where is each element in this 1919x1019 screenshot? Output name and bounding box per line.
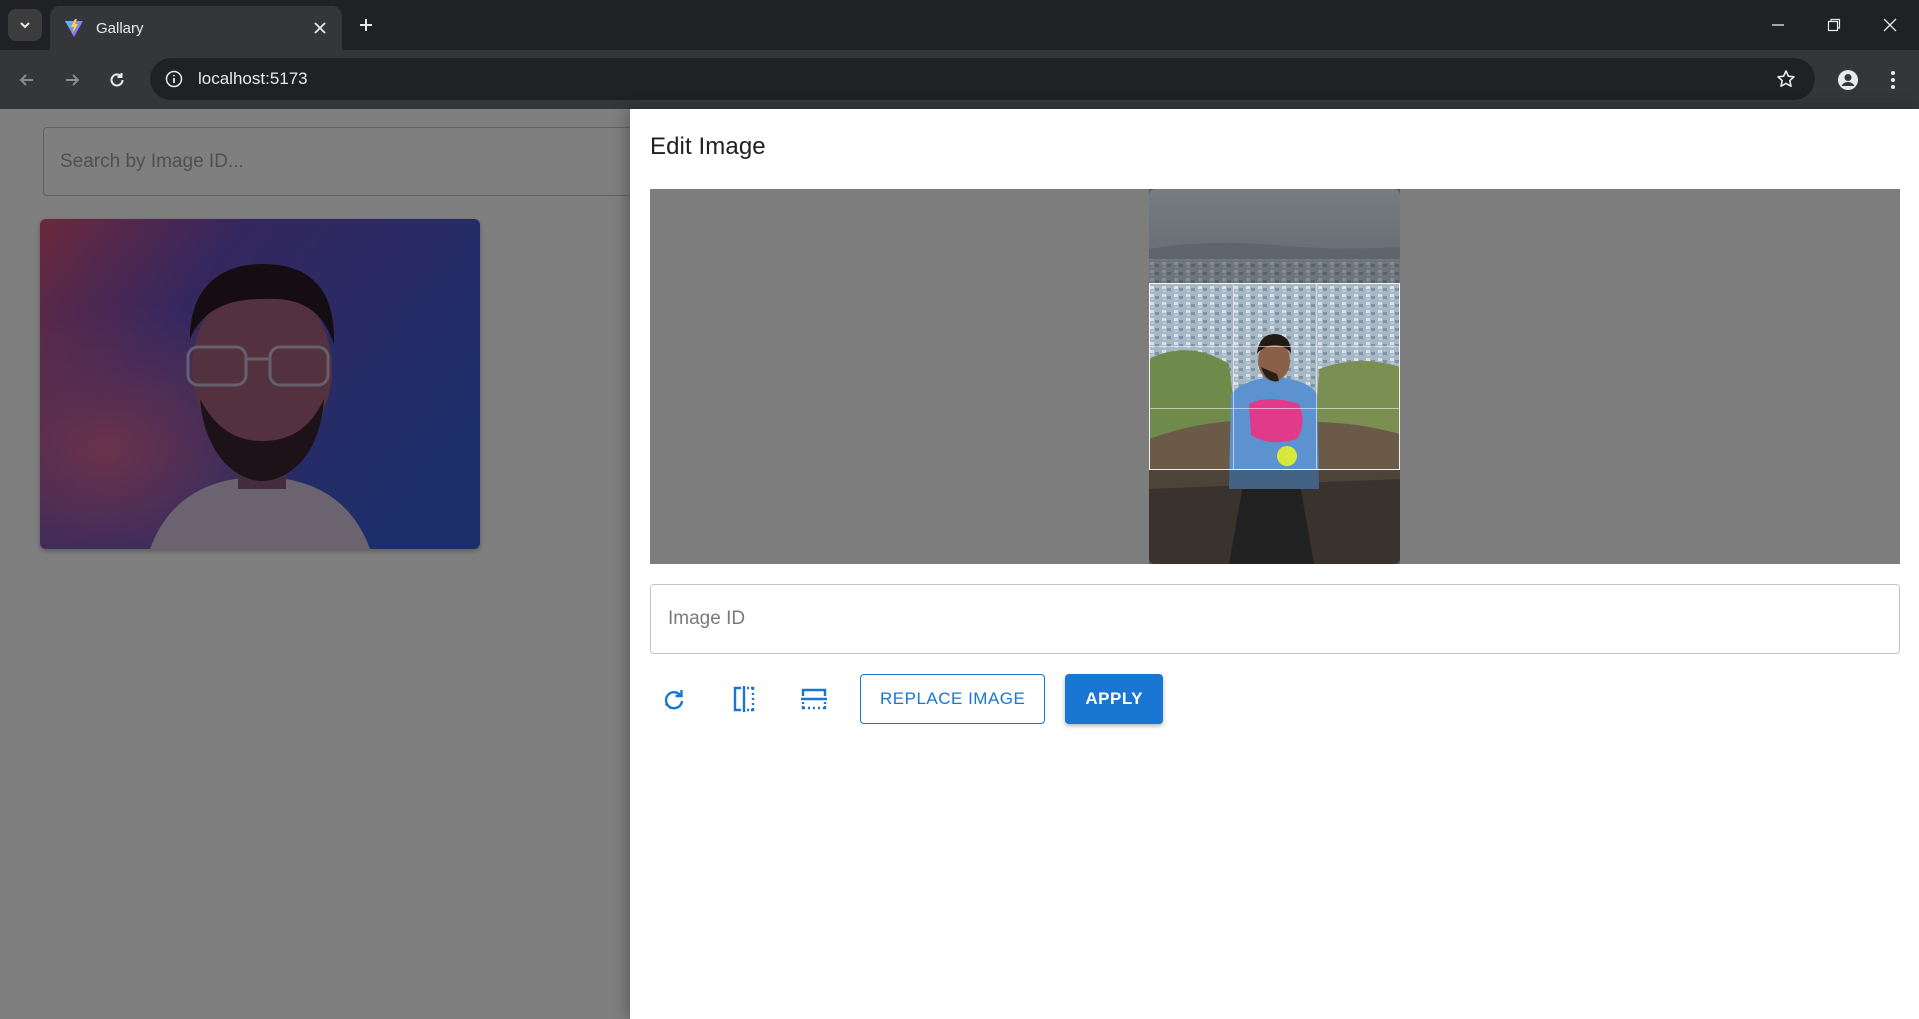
person-icon [1838, 70, 1858, 90]
profile-button[interactable] [1831, 63, 1865, 97]
arrow-right-icon [66, 74, 80, 86]
apply-button[interactable]: APPLY [1065, 674, 1163, 724]
new-tab-button[interactable] [350, 9, 382, 41]
edit-actions: REPLACE IMAGE APPLY [650, 674, 1163, 724]
close-icon [1883, 18, 1897, 32]
site-info-button[interactable] [160, 65, 188, 93]
forward-button[interactable] [55, 63, 89, 97]
drawer-title: Edit Image [650, 133, 766, 160]
info-icon [165, 70, 183, 88]
browser-menu-button[interactable] [1876, 63, 1910, 97]
crop-mask-bottom [1149, 470, 1400, 564]
star-icon [1777, 70, 1795, 87]
bookmark-button[interactable] [1769, 62, 1803, 96]
close-window-button[interactable] [1862, 0, 1918, 50]
reload-button[interactable] [100, 63, 134, 97]
minimize-button[interactable] [1750, 0, 1806, 50]
minimize-icon [1772, 24, 1784, 26]
back-button[interactable] [10, 63, 44, 97]
restore-button[interactable] [1806, 0, 1862, 50]
crop-selection-box[interactable] [1149, 283, 1400, 470]
vite-logo-icon [65, 19, 83, 37]
tab-search-button[interactable] [8, 9, 42, 41]
flip-horizontal-button[interactable] [720, 675, 768, 723]
flip-vertical-icon [801, 688, 827, 710]
browser-toolbar: localhost:5173 [0, 50, 1919, 109]
image-id-field[interactable] [650, 584, 1900, 654]
flip-vertical-button[interactable] [790, 675, 838, 723]
url-text[interactable]: localhost:5173 [198, 69, 1769, 89]
restore-icon [1827, 18, 1841, 32]
tab-title: Gallary [96, 19, 144, 37]
image-id-input[interactable] [668, 608, 1899, 630]
close-icon [314, 22, 326, 34]
rotate-right-icon [664, 690, 684, 710]
chevron-down-icon [20, 22, 30, 29]
crop-mask-top [1149, 189, 1400, 283]
replace-image-button[interactable]: REPLACE IMAGE [860, 674, 1046, 724]
reload-icon [110, 73, 124, 87]
flip-horizontal-icon [733, 686, 755, 712]
tab-close-button[interactable] [306, 14, 334, 42]
rotate-button[interactable] [650, 675, 698, 723]
browser-tab-bar: Gallary [0, 0, 1919, 50]
plus-icon [360, 19, 372, 31]
browser-tab[interactable]: Gallary [50, 6, 342, 50]
more-vert-icon [1891, 71, 1895, 89]
arrow-left-icon [19, 74, 33, 86]
image-cropper[interactable] [650, 189, 1900, 564]
edit-image-drawer: Edit Image Image ID REPLACE IMAGE APPLY [630, 109, 1919, 1019]
address-bar[interactable]: localhost:5173 [150, 58, 1815, 100]
